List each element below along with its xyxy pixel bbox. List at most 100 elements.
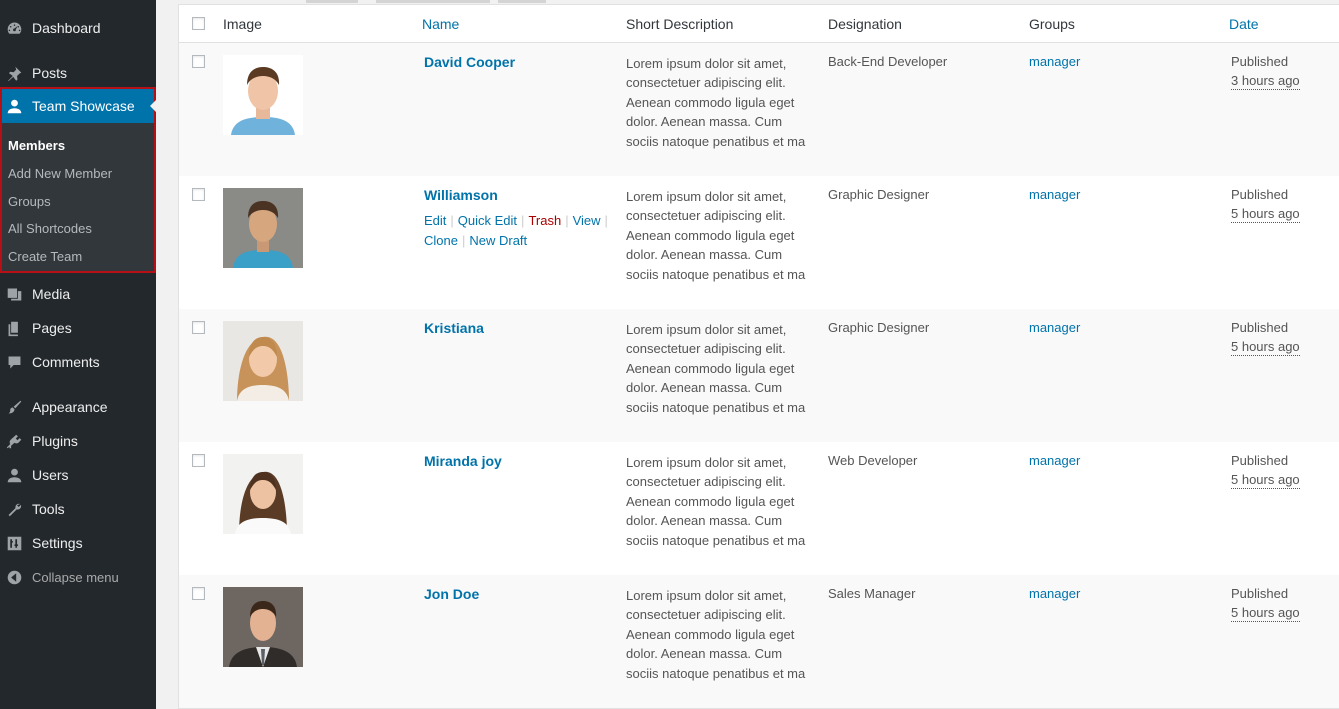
view-link[interactable]: View [573,213,601,228]
edit-link[interactable]: Edit [424,213,446,228]
current-menu-arrow [150,100,156,112]
row-checkbox[interactable] [192,188,205,201]
column-image: Image [223,16,262,32]
menu-team-showcase-label: Team Showcase [32,98,135,114]
clone-link[interactable]: Clone [424,233,458,248]
pin-icon [5,64,23,82]
menu-posts-label: Posts [32,65,68,81]
plugin-icon [5,432,23,450]
member-photo[interactable] [223,55,303,135]
member-name-link[interactable]: Kristiana [424,320,484,336]
submenu-add-new-member[interactable]: Add New Member [8,162,112,184]
table-row: David Cooper Lorem ipsum dolor sit amet,… [179,43,1339,176]
column-groups: Groups [1029,16,1075,32]
menu-appearance-label: Appearance [32,399,108,415]
member-group-link[interactable]: manager [1029,320,1080,335]
row-checkbox[interactable] [192,454,205,467]
post-status: Published [1231,453,1289,468]
member-description: Lorem ipsum dolor sit amet, consectetuer… [626,189,806,282]
post-date: 5 hours ago [1231,605,1300,622]
menu-comments-label: Comments [32,354,100,370]
member-designation: Back-End Developer [828,54,948,69]
member-description: Lorem ipsum dolor sit amet, consectetuer… [626,56,806,149]
member-description: Lorem ipsum dolor sit amet, consectetuer… [626,322,806,415]
member-name-link[interactable]: Williamson [424,187,498,203]
submenu-groups[interactable]: Groups [8,190,51,212]
column-name-sort[interactable]: Name [422,16,459,32]
post-status: Published [1231,586,1289,601]
member-group-link[interactable]: manager [1029,54,1080,69]
member-group-link[interactable]: manager [1029,187,1080,202]
post-status: Published [1231,320,1289,335]
member-photo[interactable] [223,321,303,401]
media-icon [5,285,23,303]
dashboard-icon [5,19,23,37]
member-name-link[interactable]: Miranda joy [424,453,502,469]
table-row: Kristiana Lorem ipsum dolor sit amet, co… [179,309,1339,442]
menu-dashboard-label: Dashboard [32,20,101,36]
row-checkbox[interactable] [192,321,205,334]
separator: | [450,213,454,228]
pages-icon [5,319,23,337]
post-date: 5 hours ago [1231,472,1300,489]
team-showcase-menu: Team Showcase Members Add New Member Gro… [0,87,156,273]
settings-icon [5,534,23,552]
menu-appearance[interactable]: Appearance [0,390,156,424]
column-designation: Designation [828,16,902,32]
collapse-icon [5,568,23,586]
post-status: Published [1231,54,1289,69]
comment-icon [5,353,23,371]
row-checkbox[interactable] [192,55,205,68]
member-group-link[interactable]: manager [1029,586,1080,601]
menu-settings-label: Settings [32,535,83,551]
collapse-menu-label: Collapse menu [32,569,119,585]
column-short-description: Short Description [626,16,734,32]
member-name-link[interactable]: David Cooper [424,54,515,70]
post-date: 5 hours ago [1231,206,1300,223]
member-description: Lorem ipsum dolor sit amet, consectetuer… [626,588,806,681]
menu-team-showcase[interactable]: Team Showcase [2,89,156,123]
menu-users-label: Users [32,467,69,483]
quick-edit-link[interactable]: Quick Edit [458,213,517,228]
member-name-link[interactable]: Jon Doe [424,586,479,602]
users-icon [5,466,23,484]
member-group-link[interactable]: manager [1029,453,1080,468]
menu-comments[interactable]: Comments [0,345,156,379]
column-date-sort[interactable]: Date [1229,16,1259,32]
separator: | [604,213,608,228]
member-photo[interactable] [223,188,303,268]
collapse-menu-button[interactable]: Collapse menu [0,560,156,594]
menu-posts[interactable]: Posts [0,56,156,90]
menu-tools[interactable]: Tools [0,492,156,526]
select-all-checkbox[interactable] [192,17,205,30]
row-actions: Edit | Quick Edit | Trash | View | Clone | New Dra… [424,211,614,251]
toolbar-fragment [306,0,358,3]
row-checkbox[interactable] [192,587,205,600]
member-designation: Web Developer [828,453,918,468]
table-header: Image Name Short Description Designation… [179,5,1339,43]
menu-settings[interactable]: Settings [0,526,156,560]
submenu-create-team[interactable]: Create Team [8,245,82,267]
toolbar-fragment [376,0,490,3]
new-draft-link[interactable]: New Draft [469,233,527,248]
member-description: Lorem ipsum dolor sit amet, consectetuer… [626,455,806,548]
post-date: 5 hours ago [1231,339,1300,356]
wrench-icon [5,500,23,518]
member-photo[interactable] [223,454,303,534]
user-icon [5,97,23,115]
submenu-all-shortcodes[interactable]: All Shortcodes [8,217,92,239]
members-table: Image Name Short Description Designation… [178,4,1339,709]
separator: | [565,213,569,228]
menu-media[interactable]: Media [0,277,156,311]
menu-pages[interactable]: Pages [0,311,156,345]
menu-tools-label: Tools [32,501,65,517]
member-designation: Graphic Designer [828,187,930,202]
menu-plugins[interactable]: Plugins [0,424,156,458]
submenu-members[interactable]: Members [8,134,65,156]
menu-users[interactable]: Users [0,458,156,492]
menu-dashboard[interactable]: Dashboard [0,11,156,45]
member-designation: Sales Manager [828,586,916,601]
trash-link[interactable]: Trash [528,213,561,228]
post-date: 3 hours ago [1231,73,1300,90]
member-photo[interactable] [223,587,303,667]
